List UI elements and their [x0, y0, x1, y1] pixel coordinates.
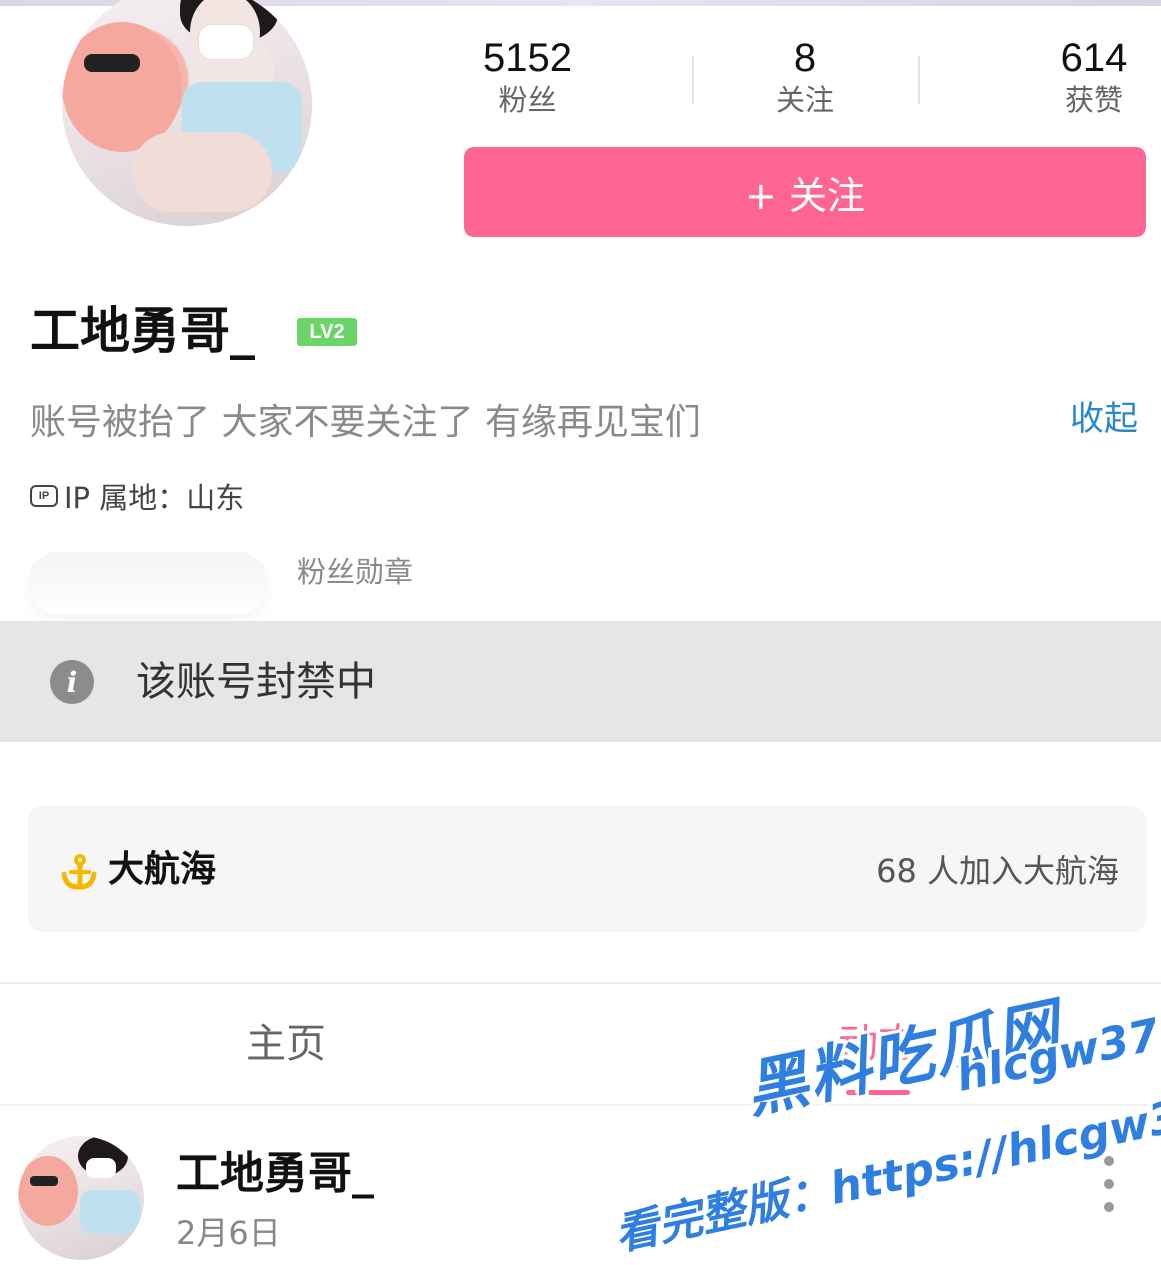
legs-image [132, 132, 272, 212]
ip-location-text: IP 属地：山东 [64, 481, 245, 515]
stat-divider [918, 56, 920, 104]
profile-bio: 账号被抬了 大家不要关注了 有缘再见宝们 [30, 402, 701, 443]
face-mask-image [86, 1158, 116, 1178]
voyage-count: 68 人加入大航海 [876, 852, 1119, 890]
stat-likes-value: 614 [1060, 36, 1128, 80]
profile-avatar[interactable] [62, 0, 312, 226]
anchor-icon [61, 854, 97, 890]
ip-icon: IP [30, 485, 58, 507]
fan-medal-label[interactable]: 粉丝勋章 [297, 552, 413, 592]
post-author-avatar[interactable] [18, 1136, 144, 1260]
face-mask-image [198, 24, 254, 60]
ip-location-row: IP IP 属地：山东 [30, 476, 244, 516]
stat-following[interactable]: 8 关注 [760, 36, 850, 120]
divider [0, 1104, 1161, 1106]
voyage-title: 大航海 [108, 849, 217, 890]
level-badge: LV2 [297, 318, 357, 346]
stat-likes-label: 获赞 [1064, 83, 1123, 117]
stat-fans-label: 粉丝 [498, 83, 557, 117]
clothing-image [80, 1190, 140, 1234]
tab-home[interactable]: 主页 [246, 1016, 326, 1072]
sunglasses-image [30, 1176, 58, 1186]
fan-medal-area[interactable] [28, 552, 268, 614]
sunglasses-image [84, 54, 140, 72]
stat-likes[interactable]: 614 获赞 [1050, 36, 1138, 120]
post-author-name[interactable]: 工地勇哥_ [176, 1146, 374, 1202]
stat-following-value: 8 [793, 36, 817, 80]
post-date: 2月6日 [176, 1214, 281, 1252]
divider [0, 982, 1161, 984]
collapse-link[interactable]: 收起 [1070, 394, 1138, 444]
info-icon: i [50, 660, 94, 704]
plush-pig-image [18, 1156, 78, 1226]
stat-following-label: 关注 [775, 83, 834, 117]
stat-divider [692, 56, 694, 104]
stat-fans[interactable]: 5152 粉丝 [470, 36, 585, 120]
profile-name: 工地勇哥_ [30, 302, 255, 360]
more-options-icon[interactable] [1100, 1156, 1118, 1212]
stat-fans-value: 5152 [483, 36, 572, 80]
follow-button[interactable]: + 关注 [464, 147, 1146, 237]
banned-notice-text: 该账号封禁中 [136, 659, 376, 705]
